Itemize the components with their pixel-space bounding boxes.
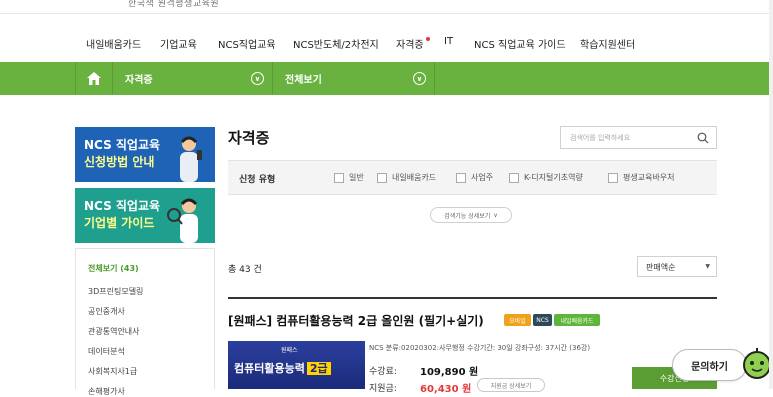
thumbnail-grade: 2급 — [306, 362, 331, 375]
sidebar-item-3d-printing[interactable]: 3D프린팅모델링 — [88, 286, 143, 297]
person-with-magnifier-illustration — [167, 198, 198, 243]
nav-item-learning-support[interactable]: 학습지원센터 — [580, 36, 635, 51]
nav-item-certificate[interactable]: 자격증 — [396, 36, 424, 51]
page-scrollbar[interactable] — [769, 0, 773, 389]
fee-value: 109,890 원 — [420, 367, 479, 378]
thumbnail-pill: 원패스 — [281, 347, 298, 354]
filter-option-label: K-디지털기초역량 — [524, 173, 583, 182]
filter-label: 신청 유형 — [239, 175, 276, 185]
site-logo[interactable]: 한국책 원격평생교육원 — [128, 0, 219, 9]
filter-option-label: 사업주 — [471, 173, 494, 182]
nav-item-it[interactable]: IT — [444, 36, 453, 47]
checkbox[interactable] — [608, 172, 618, 183]
detail-search-label: 검색기능 상세보기 — [444, 212, 491, 220]
filter-option-label: 평생교육바우처 — [623, 173, 675, 182]
search-input[interactable]: 검색어를 입력하세요 — [570, 133, 630, 143]
sidebar-item-realtor[interactable]: 공인중개사 — [88, 306, 125, 317]
fee-label: 수강료: — [369, 367, 397, 377]
inquiry-button[interactable]: 문의하기 — [672, 349, 747, 381]
thumbnail-title: 컴퓨터활용능력 2급 — [234, 360, 331, 376]
course-title[interactable]: [원패스] 컴퓨터활용능력 2급 올인원 (필기+실기) — [228, 312, 484, 329]
new-indicator-dot — [426, 37, 430, 41]
home-icon — [87, 72, 101, 85]
sort-select[interactable]: 판매액순 ▼ — [637, 256, 717, 277]
nav-item-tomorrow-card[interactable]: 내일배움카드 — [86, 36, 141, 51]
view-all-dropdown[interactable]: 전체보기 ∨ — [273, 62, 435, 95]
application-type-filter: 신청 유형 일반 내일배움카드 사업주 K-디지털기초역량 평생교육바우처 — [228, 160, 717, 195]
home-button[interactable] — [75, 62, 113, 95]
nav-item-corporate[interactable]: 기업교육 — [160, 36, 197, 51]
sidebar-item-data-analysis[interactable]: 데이터분석 — [88, 346, 125, 357]
support-label: 지원금: — [369, 384, 397, 394]
filter-option-general[interactable]: 일반 — [334, 172, 364, 183]
filter-option-employer[interactable]: 사업주 — [456, 172, 493, 183]
top-navigation: 내일배움카드 기업교육 NCS직업교육 NCS반도체/2차전지 자격증 IT N… — [0, 30, 773, 56]
search-icon[interactable] — [697, 132, 709, 144]
sidebar-item-social-worker[interactable]: 사회복지사1급 — [88, 366, 137, 377]
sort-select-value: 판매액순 — [646, 263, 676, 272]
course-thumbnail[interactable]: 원패스 컴퓨터활용능력 2급 — [228, 341, 365, 389]
detail-search-toggle[interactable]: 검색기능 상세보기 ∨ — [430, 207, 512, 223]
inquiry-widget[interactable]: 문의하기 — [672, 346, 773, 383]
person-with-headset-illustration — [180, 136, 202, 182]
nav-item-ncs-guide[interactable]: NCS 직업교육 가이드 — [474, 36, 566, 51]
chevron-down-icon: ∨ — [251, 72, 264, 85]
category-bar: 자격증 ∨ 전체보기 ∨ — [0, 62, 773, 95]
sidebar-item-tour-guide[interactable]: 관광통역안내사 — [88, 326, 140, 337]
chevron-down-icon: ∨ — [493, 211, 498, 219]
sidebar-item-all[interactable]: 전체보기 (43) — [88, 263, 139, 274]
checkbox[interactable] — [509, 172, 519, 183]
filter-option-label: 일반 — [349, 173, 364, 182]
logo-strip: 한국책 원격평생교육원 — [0, 0, 773, 14]
chevron-down-icon: ∨ — [413, 72, 426, 85]
category-dropdown-label: 자격증 — [125, 75, 153, 86]
filter-option-k-digital[interactable]: K-디지털기초역량 — [509, 172, 583, 183]
category-sidebar: 전체보기 (43) 3D프린팅모델링 공인중개사 관광통역안내사 데이터분석 사… — [75, 248, 215, 396]
banner-ncs-apply-guide[interactable]: NCS 직업교육 신청방법 안내 — [75, 127, 215, 182]
result-count: 총 43 건 — [228, 265, 262, 275]
banner-ncs-company-guide[interactable]: NCS 직업교육 기업별 가이드 — [75, 188, 215, 243]
page-title: 자격증 — [228, 129, 270, 147]
filter-option-label: 내일배움카드 — [392, 173, 437, 182]
support-value: 60,430 원 — [420, 384, 472, 395]
checkbox[interactable] — [377, 172, 387, 183]
badge-tomorrow-card: 내일배움카드 — [554, 314, 600, 326]
thumbnail-course-name: 컴퓨터활용능력 — [234, 362, 305, 375]
badge-ncs: NCS — [533, 314, 552, 326]
sidebar-item-loss-appraiser[interactable]: 손해평가사 — [88, 386, 125, 397]
filter-option-tomorrow-card[interactable]: 내일배움카드 — [377, 172, 436, 183]
course-meta: NCS 분류:02020302:사무행정 수강기간: 30일 강좌구성: 37시… — [369, 344, 591, 352]
checkbox[interactable] — [334, 172, 344, 183]
nav-item-ncs-semiconductor[interactable]: NCS반도체/2차전지 — [293, 36, 379, 51]
badge-mobile: 모바일 — [504, 314, 531, 326]
view-all-dropdown-label: 전체보기 — [285, 75, 322, 86]
category-dropdown[interactable]: 자격증 ∨ — [113, 62, 273, 95]
filter-option-voucher[interactable]: 평생교육바우처 — [608, 172, 675, 183]
list-divider — [228, 297, 717, 299]
support-detail-button[interactable]: 지원금 상세보기 — [477, 378, 545, 392]
checkbox[interactable] — [456, 172, 466, 183]
search-box[interactable]: 검색어를 입력하세요 — [560, 126, 717, 149]
nav-item-ncs[interactable]: NCS직업교육 — [218, 36, 276, 51]
caret-down-icon: ▼ — [705, 263, 710, 270]
